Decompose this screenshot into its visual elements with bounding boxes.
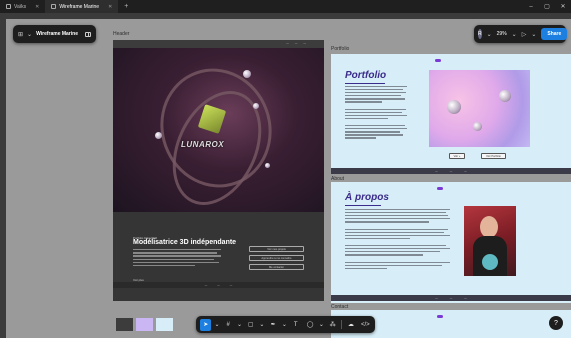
header-frame[interactable]: — — — LUNAROX Portfolio Ciara Wall Modél… <box>113 40 324 301</box>
chevron-down-icon[interactable]: ⌄ <box>237 319 242 331</box>
pen-tool-icon[interactable]: ✒ <box>267 319 278 331</box>
face <box>480 216 498 238</box>
color-swatch[interactable] <box>136 318 153 331</box>
ruler-horizontal <box>0 13 571 19</box>
hero-image: LUNAROX <box>113 48 324 220</box>
intro-title: Modélisatrice 3D indépendante <box>133 239 237 246</box>
about-title: À propos <box>345 192 389 203</box>
bubble <box>499 90 511 102</box>
comment-tool-icon[interactable]: ◯ <box>304 319 315 331</box>
about-frame[interactable]: À propos — — — <box>331 182 571 303</box>
about-footer: — — — <box>331 295 571 301</box>
sidebar-toggle-icon[interactable] <box>85 31 91 37</box>
new-tab-button[interactable]: + <box>118 0 134 13</box>
maximize-button[interactable]: ▢ <box>539 3 555 10</box>
circle-accent <box>482 254 498 270</box>
tab-wireframe-marine[interactable]: Wireframe Marine ✕ <box>45 0 119 13</box>
footer-link[interactable]: — <box>435 170 438 173</box>
footer-link[interactable]: — <box>205 284 208 287</box>
frame-label-portfolio[interactable]: Portfolio <box>331 46 349 52</box>
header-nav: — — — <box>113 40 324 48</box>
chevron-down-icon[interactable]: ⌄ <box>487 31 492 38</box>
hero-logo: LUNAROX <box>181 140 225 149</box>
file-icon <box>6 4 11 9</box>
footer-link[interactable]: — <box>464 170 467 173</box>
footer-link[interactable]: — <box>230 284 233 287</box>
footer-link[interactable]: — <box>450 297 453 300</box>
portfolio-frame[interactable]: Portfolio Voir + Voir Portfolio — — — <box>331 54 571 174</box>
toolbar-divider <box>341 320 343 329</box>
color-swatch[interactable] <box>156 318 173 331</box>
bubble <box>253 103 259 109</box>
project-panel: ⊞ ⌄ Wireframe Marine <box>13 25 96 43</box>
contact-button[interactable]: Me contacter <box>249 264 304 270</box>
portfolio-footer: — — — <box>331 168 571 174</box>
chevron-down-icon[interactable]: ⌄ <box>319 319 324 331</box>
footer-link[interactable]: — <box>464 297 467 300</box>
text-tool-icon[interactable]: T <box>290 319 301 331</box>
color-swatch[interactable] <box>116 318 133 331</box>
title-bar: Vaïks ✕ Wireframe Marine ✕ + – ▢ ✕ <box>0 0 571 13</box>
close-window-button[interactable]: ✕ <box>555 3 571 10</box>
decor-dot <box>437 187 443 190</box>
portfolio-title: Portfolio <box>345 70 387 81</box>
bubble <box>243 70 251 78</box>
minimize-button[interactable]: – <box>523 4 539 10</box>
chevron-down-icon[interactable]: ⌄ <box>531 31 536 38</box>
bubble <box>265 163 270 168</box>
intro-paragraph <box>133 249 221 269</box>
rectangle-tool-icon[interactable]: ▢ <box>245 319 256 331</box>
bottom-toolbar: ➤ ⌄ # ⌄ ▢ ⌄ ✒ ⌄ T ◯ ⌄ ⁂ ☁ </> <box>196 316 375 333</box>
file-icon <box>51 4 57 9</box>
close-tab-icon[interactable]: ✕ <box>35 4 39 10</box>
portfolio-image <box>429 70 530 147</box>
play-icon[interactable]: ▷ <box>522 31 527 38</box>
frame-tool-icon[interactable]: # <box>222 319 233 331</box>
dev-mode-icon[interactable]: ☁ <box>345 319 356 331</box>
share-panel: R ⌄ 29% ⌄ ▷ ⌄ Share <box>474 25 568 43</box>
about-button[interactable]: Apprendre à me connaître <box>249 255 304 261</box>
profile-photo <box>464 206 516 276</box>
bubble <box>447 100 461 114</box>
portfolio-paragraph <box>345 86 407 141</box>
decor-dot <box>437 315 443 318</box>
zoom-level[interactable]: 29% <box>497 31 507 37</box>
footer-link[interactable]: — <box>450 170 453 173</box>
chevron-down-icon[interactable]: ⌄ <box>27 31 32 38</box>
title-underline <box>345 83 385 84</box>
bubble <box>473 122 482 131</box>
chevron-down-icon[interactable]: ⌄ <box>214 319 219 331</box>
chevron-down-icon[interactable]: ⌄ <box>282 319 287 331</box>
project-name[interactable]: Wireframe Marine <box>36 31 81 37</box>
tab-label: Wireframe Marine <box>59 3 100 10</box>
frame-label-header[interactable]: Header <box>113 31 129 37</box>
title-underline <box>345 205 381 206</box>
avatar[interactable]: R <box>478 29 482 39</box>
footer-link[interactable]: — <box>435 297 438 300</box>
chevron-down-icon[interactable]: ⌄ <box>512 31 517 38</box>
close-tab-icon[interactable]: ✕ <box>108 4 112 10</box>
code-icon[interactable]: </> <box>360 319 371 331</box>
about-paragraph <box>345 209 450 271</box>
actions-icon[interactable]: ⁂ <box>327 319 338 331</box>
tab-vaiks[interactable]: Vaïks ✕ <box>0 0 45 13</box>
help-button[interactable]: ? <box>549 316 563 330</box>
see-more-button[interactable]: Voir + <box>449 153 465 159</box>
view-portfolio-button[interactable]: Voir Portfolio <box>481 153 506 159</box>
footer-link[interactable]: — <box>217 284 220 287</box>
share-button[interactable]: Share <box>541 28 568 40</box>
decor-dot <box>435 59 441 62</box>
header-footer: — — — <box>113 282 324 288</box>
window-controls: – ▢ ✕ <box>523 0 571 13</box>
figma-menu-icon[interactable]: ⊞ <box>18 31 23 38</box>
projects-button[interactable]: Voir mes projets <box>249 246 304 252</box>
bubble <box>155 132 162 139</box>
chevron-down-icon[interactable]: ⌄ <box>259 319 264 331</box>
tab-label: Vaïks <box>14 3 27 10</box>
move-tool-icon[interactable]: ➤ <box>200 318 212 331</box>
ruler-vertical <box>0 19 6 338</box>
